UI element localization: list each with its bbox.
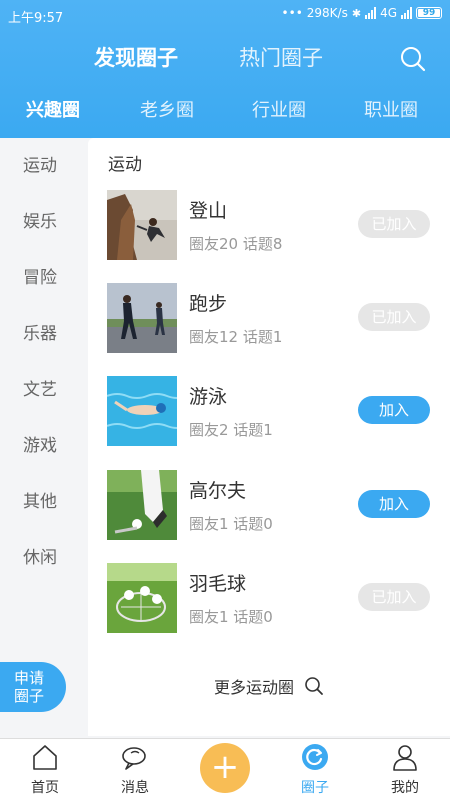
circle-list-panel: 运动 登山 圈友20 话题8 已加入 跑步 圈友12 话题1 已加入 游泳 圈友… [88, 138, 450, 736]
circle-meta: 圈友1 话题0 [189, 608, 273, 626]
circle-name: 高尔夫 [189, 480, 247, 502]
sidebar-item-entertainment[interactable]: 娱乐 [0, 202, 80, 242]
running-photo [107, 283, 177, 353]
status-bar: 上午9:57 ••• 298K/s ✱ 4G 99 [0, 0, 450, 30]
apply-label-line2: 圈子 [14, 687, 45, 705]
sidebar-item-adventure[interactable]: 冒险 [0, 258, 80, 298]
golf-photo [107, 470, 177, 540]
sidebar-item-leisure[interactable]: 休闲 [0, 538, 80, 578]
circle-meta: 圈友2 话题1 [189, 421, 273, 439]
nav-home[interactable]: 首页 [0, 739, 90, 800]
plus-icon: + [210, 747, 240, 787]
circle-meta: 圈友12 话题1 [189, 328, 283, 346]
tab-profession[interactable]: 职业圈 [364, 96, 418, 122]
sidebar-item-instruments[interactable]: 乐器 [0, 314, 80, 354]
joined-button[interactable]: 已加入 [358, 303, 430, 331]
nav-profile-label: 我的 [391, 780, 419, 796]
chat-icon [122, 747, 146, 770]
nav-home-label: 首页 [31, 780, 59, 796]
sidebar-item-sports[interactable]: 运动 [0, 146, 80, 186]
nav-circles-label: 圈子 [301, 780, 329, 796]
search-icon[interactable] [398, 44, 428, 74]
joined-button[interactable]: 已加入 [358, 210, 430, 238]
nav-messages[interactable]: 消息 [90, 739, 180, 800]
circle-name: 羽毛球 [189, 573, 247, 595]
apply-label-line1: 申请 [14, 669, 45, 687]
list-item[interactable]: 高尔夫 圈友1 话题0 加入 [88, 470, 450, 542]
person-icon [393, 745, 417, 771]
bluetooth-icon: ✱ [351, 6, 362, 20]
tab-interest[interactable]: 兴趣圈 [26, 96, 80, 122]
circle-name: 登山 [189, 200, 228, 222]
tab-industry[interactable]: 行业圈 [252, 96, 306, 122]
sidebar-item-other[interactable]: 其他 [0, 482, 80, 522]
list-item[interactable]: 羽毛球 圈友1 话题0 已加入 [88, 563, 450, 635]
home-icon [33, 745, 57, 770]
circle-name: 游泳 [189, 386, 228, 408]
sidebar-item-games[interactable]: 游戏 [0, 426, 80, 466]
circle-name: 跑步 [189, 293, 228, 315]
sidebar: 运动 娱乐 冒险 乐器 文艺 游戏 其他 休闲 [0, 138, 80, 738]
apply-circle-button[interactable]: 申请 圈子 [0, 662, 66, 712]
list-item[interactable]: 登山 圈友20 话题8 已加入 [88, 190, 450, 262]
circle-meta: 圈友20 话题8 [189, 235, 283, 253]
swimming-photo [107, 376, 177, 446]
nav-profile[interactable]: 我的 [360, 739, 450, 800]
joined-button[interactable]: 已加入 [358, 583, 430, 611]
list-item[interactable]: 跑步 圈友12 话题1 已加入 [88, 283, 450, 355]
circle-meta: 圈友1 话题0 [189, 515, 273, 533]
tab-hometown[interactable]: 老乡圈 [140, 96, 194, 122]
network-type: 4G [380, 6, 397, 20]
nav-circles[interactable]: 圈子 [270, 739, 360, 800]
tab-hot-circles[interactable]: 热门圈子 [239, 42, 323, 72]
dots-icon: ••• [281, 6, 303, 20]
more-circles-label: 更多运动圈 [213, 678, 294, 697]
status-time: 上午9:57 [8, 11, 64, 26]
panel-title: 运动 [108, 155, 142, 175]
sidebar-item-arts[interactable]: 文艺 [0, 370, 80, 410]
join-button[interactable]: 加入 [358, 396, 430, 424]
battery-icon: 99 [416, 7, 442, 19]
badminton-photo [107, 563, 177, 633]
top-nav: 发现圈子 热门圈子 [0, 42, 450, 76]
signal-icon-2 [401, 7, 412, 19]
search-icon [305, 677, 323, 695]
signal-icon [365, 7, 377, 19]
circle-icon [302, 744, 328, 770]
mountain-climbing-photo [107, 190, 177, 260]
tab-discover-circles[interactable]: 发现圈子 [94, 42, 178, 72]
status-indicators: ••• 298K/s ✱ 4G 99 [282, 6, 442, 20]
list-item[interactable]: 游泳 圈友2 话题1 加入 [88, 376, 450, 448]
nav-messages-label: 消息 [121, 780, 149, 796]
category-tabs: 兴趣圈 老乡圈 行业圈 职业圈 [0, 96, 450, 124]
header: 上午9:57 ••• 298K/s ✱ 4G 99 发现圈子 热门圈子 兴趣圈 … [0, 0, 450, 138]
create-button[interactable]: + [200, 743, 250, 793]
join-button[interactable]: 加入 [358, 490, 430, 518]
more-circles-link[interactable]: 更多运动圈 [88, 674, 450, 704]
network-speed: 298K/s [306, 6, 348, 20]
